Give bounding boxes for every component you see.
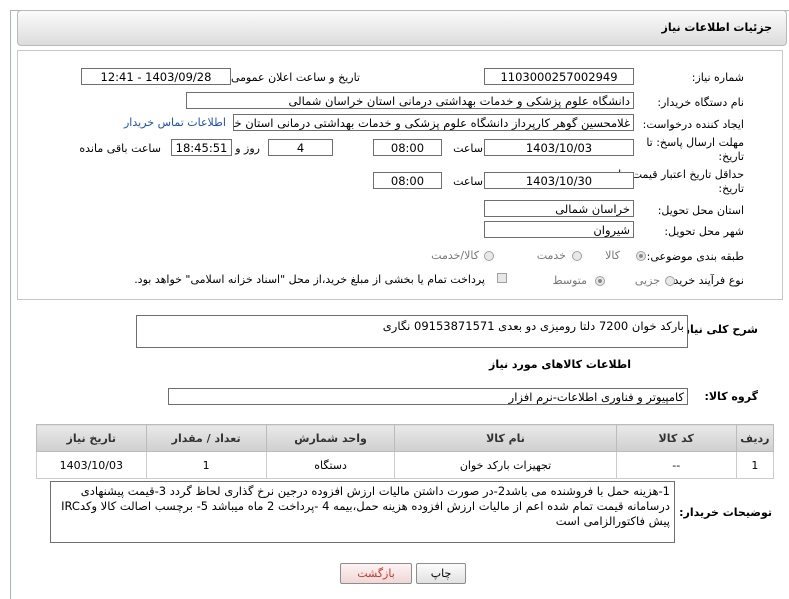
days-remaining-field: 4 [268, 139, 333, 156]
category-option-service: خدمت [536, 249, 566, 262]
description-field: بارکد خوان 7200 دلتا رومیزی دو بعدی 0915… [136, 315, 688, 348]
province-label: استان محل تحویل: [657, 204, 744, 217]
description-label: شرح کلی نیاز: [679, 323, 758, 336]
description-text: بارکد خوان 7200 دلتا رومیزی دو بعدی 0915… [382, 319, 684, 333]
page-header: جزئیات اطلاعات نیاز [17, 10, 787, 46]
days-label: روز و [235, 142, 260, 155]
process-option-minor: جزیی [634, 274, 660, 287]
deadline-time-label: ساعت [453, 142, 483, 155]
cell-row-number: 1 [735, 451, 775, 479]
page-title: جزئیات اطلاعات نیاز [661, 21, 773, 34]
process-option-medium: متوسط [552, 274, 587, 287]
buyer-contact-link[interactable]: اطلاعات تماس خریدار [124, 116, 226, 129]
validity-time-label: ساعت [453, 175, 483, 188]
category-label: طبقه بندی موضوعی: [646, 250, 744, 263]
buyer-notes-label: توضیحات خریدار: [679, 506, 772, 519]
category-radio-service[interactable] [572, 251, 582, 261]
category-radio-goods[interactable] [636, 251, 646, 261]
category-option-goods: کالا [605, 249, 620, 262]
announce-datetime-field: 1403/09/28 - 12:41 [81, 68, 231, 85]
buyer-notes-text: 1-هزینه حمل با فروشنده می باشد2-در صورت … [61, 484, 670, 528]
cell-quantity: 1 [145, 451, 267, 479]
cell-need-date: 1403/10/03 [36, 451, 147, 479]
province-field: خراسان شمالی [484, 200, 634, 217]
remaining-time-field: 18:45:51 [171, 139, 232, 156]
goods-group-field: کامپیوتر و فناوری اطلاعات-نرم افزار [168, 388, 688, 405]
validity-label: حداقل تاریخ اعتبار قیمت: تا [618, 168, 744, 181]
goods-table-header: ردیف کد کالا نام کالا واحد شمارش تعداد /… [36, 424, 775, 452]
col-row-number: ردیف [735, 424, 775, 452]
buyer-org-label: نام دستگاه خریدار: [657, 96, 744, 109]
process-label: نوع فرآیند خرید : [666, 274, 744, 287]
requester-label: ایجاد کننده درخواست: [642, 118, 744, 131]
goods-section-title: اطلاعات کالاهای مورد نیاز [489, 358, 631, 371]
col-item-code: کد کالا [615, 424, 737, 452]
deadline-time-field: 08:00 [373, 139, 442, 156]
cell-unit: دستگاه [265, 451, 396, 479]
process-radio-medium[interactable] [595, 276, 605, 286]
cell-item-name: تجهیزات بارکد خوان [394, 451, 617, 479]
remaining-time-label: ساعت باقی مانده [79, 142, 161, 155]
deadline-date-field: 1403/10/03 [484, 139, 634, 156]
category-radio-goods-service[interactable] [484, 251, 494, 261]
city-field: شیروان [484, 221, 634, 238]
buyer-notes-field: 1-هزینه حمل با فروشنده می باشد2-در صورت … [50, 481, 675, 543]
announce-label: تاریخ و ساعت اعلان عمومی: [227, 71, 360, 84]
table-row: 1 -- تجهیزات بارکد خوان دستگاه 1 1403/10… [36, 451, 775, 479]
requester-field: غلامحسین گوهر کارپرداز دانشگاه علوم پزشک… [233, 114, 634, 131]
deadline-label: مهلت ارسال پاسخ: تا [646, 136, 744, 149]
goods-table: ردیف کد کالا نام کالا واحد شمارش تعداد /… [36, 424, 775, 479]
cell-item-code: -- [615, 451, 737, 479]
back-button[interactable]: بازگشت [340, 563, 412, 584]
validity-date-field: 1403/10/30 [484, 172, 634, 189]
validity-time-field: 08:00 [373, 172, 442, 189]
buyer-org-field: دانشگاه علوم پزشکی و خدمات بهداشتی درمان… [186, 92, 634, 109]
treasury-note: پرداخت تمام یا بخشی از مبلغ خرید،از محل … [134, 273, 485, 286]
print-button[interactable]: چاپ [416, 563, 466, 584]
validity-label-date: تاریخ: [718, 182, 744, 195]
col-unit: واحد شمارش [265, 424, 396, 452]
col-quantity: تعداد / مقدار [145, 424, 267, 452]
col-item-name: نام کالا [394, 424, 617, 452]
need-number-field: 1103000257002949 [484, 68, 634, 85]
goods-group-label: گروه کالا: [704, 390, 758, 403]
need-number-label: شماره نیاز: [691, 71, 744, 84]
city-label: شهر محل تحویل: [664, 225, 744, 238]
process-radio-minor[interactable] [665, 276, 675, 286]
col-need-date: تاریخ نیاز [36, 424, 147, 452]
deadline-label-date: تاریخ: [718, 150, 744, 163]
treasury-checkbox[interactable] [497, 273, 507, 283]
category-option-goods-service: کالا/خدمت [431, 249, 479, 262]
